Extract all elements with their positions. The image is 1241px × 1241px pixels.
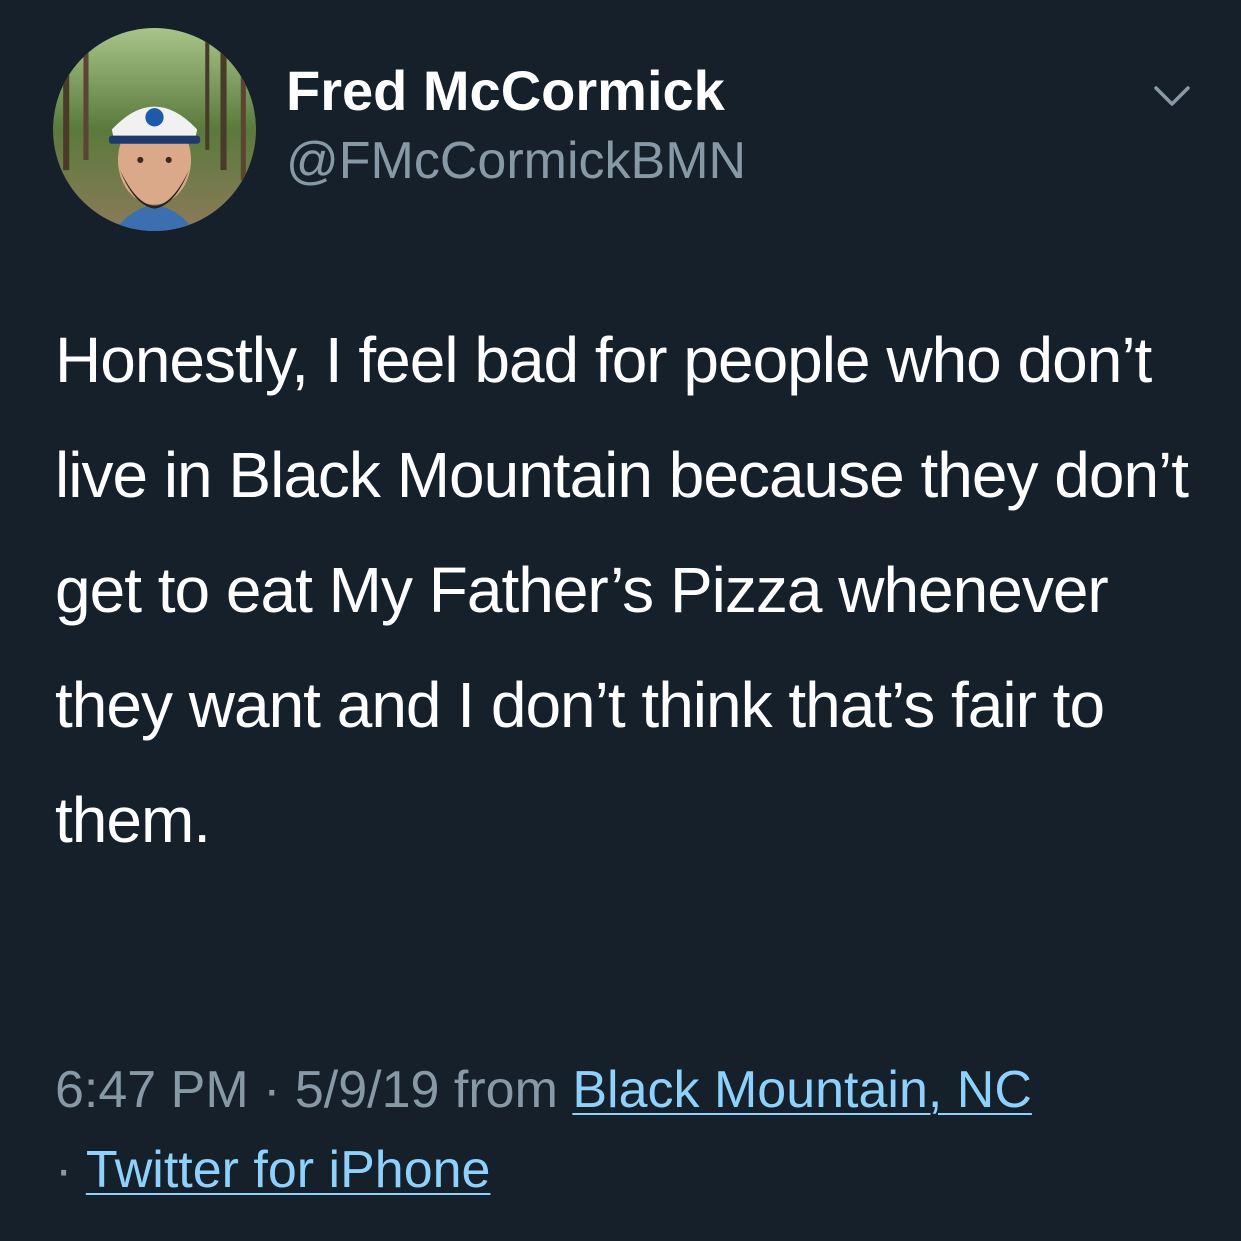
- from-label: from: [439, 1061, 573, 1119]
- meta-line-2: · Twitter for iPhone: [55, 1130, 1205, 1210]
- avatar[interactable]: [53, 28, 256, 231]
- meta-separator-2: ·: [55, 1141, 86, 1199]
- tweet-time[interactable]: 6:47 PM: [55, 1061, 249, 1119]
- chevron-down-icon[interactable]: [1150, 78, 1194, 114]
- tweet-date[interactable]: 5/9/19: [295, 1061, 440, 1119]
- user-handle[interactable]: @FMcCormickBMN: [286, 128, 746, 194]
- source-link[interactable]: Twitter for iPhone: [86, 1141, 491, 1199]
- meta-separator: ·: [248, 1061, 295, 1119]
- avatar-image: [53, 28, 256, 231]
- tweet-text: Honestly, I feel bad for people who don’…: [55, 324, 1189, 856]
- display-name[interactable]: Fred McCormick: [286, 56, 725, 126]
- tweet-meta: 6:47 PM · 5/9/19 from Black Mountain, NC…: [55, 1050, 1205, 1210]
- location-link[interactable]: Black Mountain, NC: [572, 1061, 1032, 1119]
- tweet-card: Fred McCormick @FMcCormickBMN Honestly, …: [0, 0, 1241, 1241]
